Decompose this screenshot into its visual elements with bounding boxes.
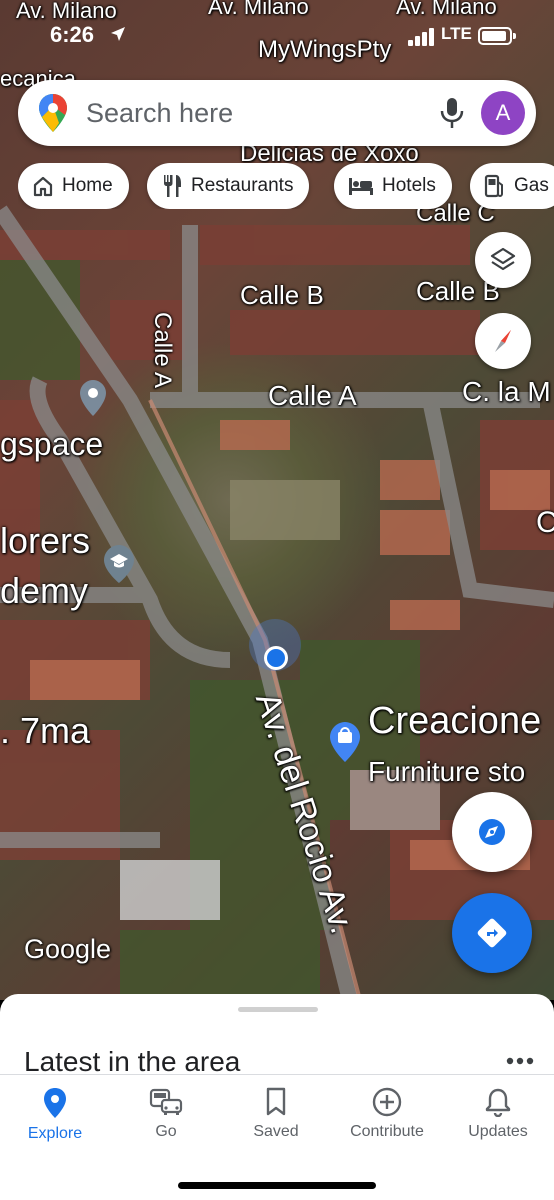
hotel-icon [349, 178, 373, 195]
battery-icon [478, 27, 516, 45]
map-pin-icon[interactable] [80, 380, 106, 416]
chip-label: Restaurants [191, 175, 294, 196]
tab-go[interactable]: Go [111, 1087, 221, 1141]
microphone-icon[interactable] [438, 97, 466, 129]
map-label-calle-a-vertical: Calle A [149, 312, 176, 389]
status-time: 6:26 [50, 22, 95, 47]
chip-hotels[interactable]: Hotels [334, 163, 452, 209]
tab-label: Go [155, 1123, 177, 1140]
tab-label: Explore [27, 1125, 83, 1142]
commute-icon [149, 1088, 183, 1115]
my-location-button[interactable] [452, 792, 532, 872]
chip-home[interactable]: Home [18, 163, 129, 209]
navigation-compass-icon [479, 819, 505, 845]
map-label-calle-a-horizontal: Calle A [268, 380, 357, 411]
bookmark-icon [266, 1087, 286, 1116]
category-chips: Home Restaurants Hotels Gas [18, 163, 554, 209]
map-label-furniture: Furniture sto [368, 756, 526, 787]
map-label-c-right: C [536, 506, 554, 539]
tab-label: Updates [468, 1123, 528, 1140]
map-label-c-la-m: C. la M [462, 376, 551, 407]
avatar[interactable]: A [481, 91, 525, 135]
map-label-calle-b-left: Calle B [240, 280, 324, 310]
gas-icon [484, 174, 503, 198]
bell-icon [485, 1088, 511, 1117]
map-label-lorers: lorers [0, 520, 91, 561]
restaurant-icon [164, 175, 181, 197]
more-options-icon[interactable] [506, 1056, 534, 1066]
google-maps-pin-icon [39, 94, 67, 132]
chip-label: Gas [514, 175, 549, 196]
location-arrow-icon [111, 27, 125, 41]
layers-icon [490, 247, 516, 271]
compass-icon [495, 330, 511, 352]
map-label-creacione: Creacione [368, 700, 542, 742]
tab-contribute[interactable]: Contribute [332, 1087, 442, 1141]
sheet-drag-handle[interactable] [238, 1007, 318, 1012]
chip-label: Hotels [382, 175, 436, 196]
home-icon [33, 176, 53, 197]
tab-saved[interactable]: Saved [221, 1087, 331, 1141]
map-label-av-milano-right: Av. Milano [396, 0, 497, 19]
layers-button[interactable] [475, 232, 531, 288]
home-indicator[interactable] [178, 1182, 376, 1189]
compass-button[interactable] [475, 313, 531, 369]
directions-button[interactable] [452, 893, 532, 973]
search-input[interactable]: Search here [86, 98, 233, 129]
chip-label: Home [62, 175, 113, 196]
tab-explore[interactable]: Explore [0, 1087, 110, 1143]
add-circle-icon [372, 1087, 402, 1117]
map-label-av-milano-center: Av. Milano [208, 0, 309, 19]
google-logo: Google [24, 934, 112, 964]
search-bar[interactable]: Search here A [18, 80, 536, 146]
chip-restaurants[interactable]: Restaurants [147, 163, 310, 209]
map-label-av-milano-left: Av. Milano [16, 0, 117, 23]
directions-icon [477, 918, 507, 948]
explore-pin-icon [44, 1088, 66, 1118]
shopping-pin-icon[interactable] [330, 722, 360, 762]
map-label-7ma: . 7ma [0, 710, 91, 751]
network-type: LTE [441, 24, 472, 43]
tab-label: Saved [253, 1123, 299, 1140]
school-pin-icon[interactable] [104, 545, 134, 583]
avatar-initial: A [495, 100, 511, 125]
chip-gas[interactable]: Gas [470, 163, 554, 209]
map-label-gspace: gspace [0, 426, 104, 462]
map-label-mywings: MyWingsPty [258, 36, 392, 63]
signal-icon [408, 28, 434, 46]
tab-updates[interactable]: Updates [443, 1087, 553, 1141]
map-label-demy: demy [0, 570, 89, 611]
tab-label: Contribute [350, 1123, 424, 1140]
